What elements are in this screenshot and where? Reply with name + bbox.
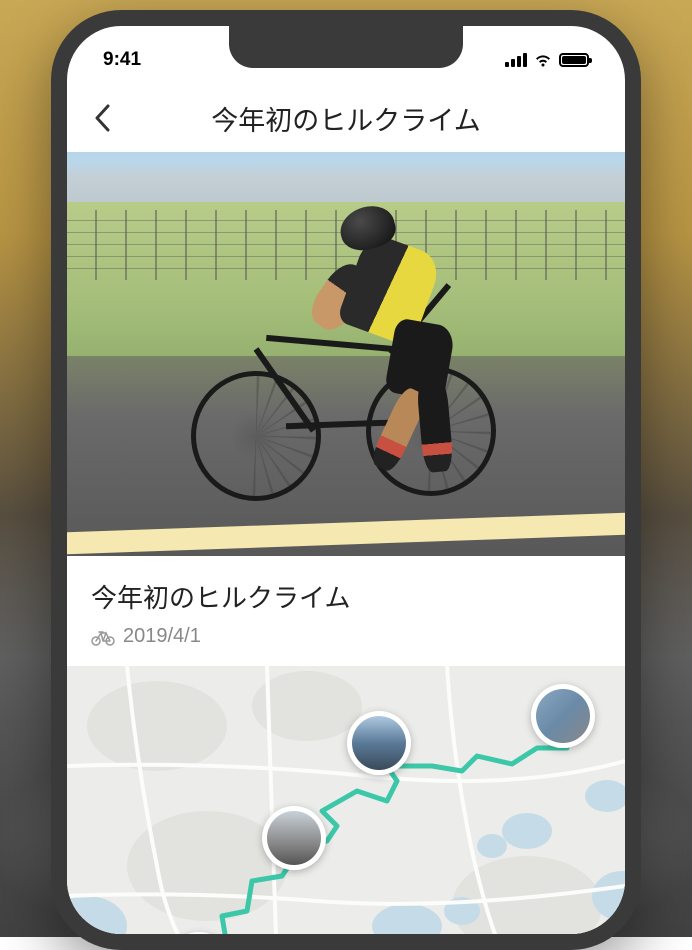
app-header: 今年初のヒルクライム <box>67 84 625 152</box>
page-title: 今年初のヒルクライム <box>87 99 605 138</box>
bicycle-icon <box>91 628 115 646</box>
phone-screen: 9:41 <box>67 26 625 934</box>
battery-icon <box>559 53 589 67</box>
wifi-icon <box>533 52 553 68</box>
post-date: 2019/4/1 <box>123 625 201 648</box>
hero-photo[interactable] <box>67 152 625 556</box>
phone-notch <box>229 26 463 68</box>
route-map[interactable] <box>67 666 625 934</box>
map-photo-pin[interactable] <box>531 684 595 748</box>
cellular-signal-icon <box>505 53 527 67</box>
post-title: 今年初のヒルクライム <box>91 578 601 615</box>
back-button[interactable] <box>87 103 117 133</box>
map-photo-pin[interactable] <box>347 711 411 775</box>
phone-frame: 9:41 <box>51 10 641 950</box>
map-photo-pin[interactable] <box>262 806 326 870</box>
status-time: 9:41 <box>103 49 141 71</box>
status-indicators <box>505 52 589 68</box>
chevron-left-icon <box>94 104 110 132</box>
post-info: 今年初のヒルクライム 2019/4/1 <box>67 556 625 666</box>
post-meta: 2019/4/1 <box>91 625 601 648</box>
